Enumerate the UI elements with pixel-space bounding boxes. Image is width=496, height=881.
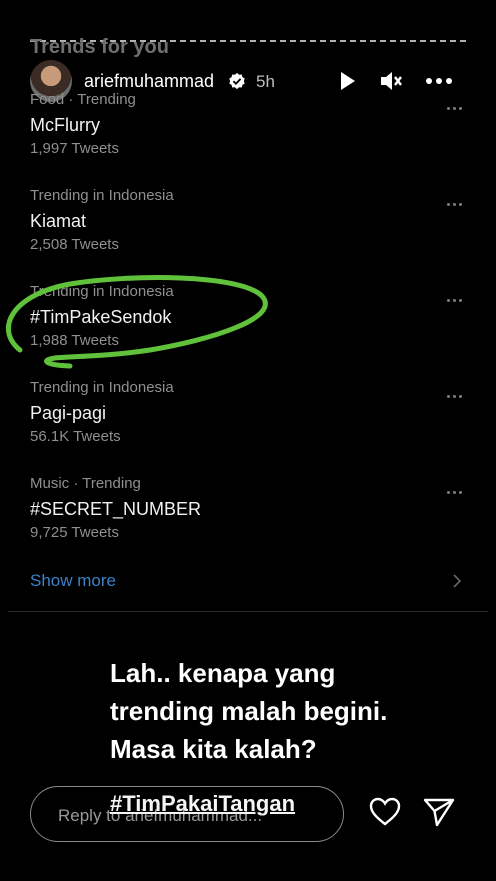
chevron-right-icon[interactable]: [452, 574, 462, 588]
mute-icon[interactable]: [378, 68, 404, 94]
trend-count: 56.1K Tweets: [30, 428, 121, 445]
post-time: 5h: [256, 72, 275, 91]
story-caption: Lah.. kenapa yang trending malah begini.…: [110, 654, 387, 768]
trend-count: 1,997 Tweets: [30, 140, 119, 157]
play-icon[interactable]: [334, 68, 360, 94]
caption-line: Lah.. kenapa yang: [110, 658, 336, 688]
caption-line: trending malah begini.: [110, 696, 388, 726]
send-icon[interactable]: [422, 796, 456, 828]
more-options-icon[interactable]: [447, 97, 467, 110]
verified-badge-icon: [229, 72, 245, 90]
trend-meta: Trending in Indonesia: [30, 187, 174, 204]
trend-meta: Music · Trending: [30, 475, 141, 492]
more-options-icon[interactable]: [447, 385, 467, 398]
trend-name[interactable]: #TimPakeSendok: [30, 307, 171, 328]
trend-name[interactable]: Kiamat: [30, 211, 86, 232]
heart-icon[interactable]: [368, 796, 402, 828]
more-options-icon[interactable]: [447, 481, 467, 494]
trends-header: Trends for you: [30, 36, 169, 58]
username[interactable]: ariefmuhammad: [84, 71, 214, 92]
trend-count: 9,725 Tweets: [30, 524, 119, 541]
trend-count: 2,508 Tweets: [30, 236, 119, 253]
more-icon[interactable]: [424, 68, 454, 94]
trend-name[interactable]: Pagi-pagi: [30, 403, 106, 424]
trend-meta: Trending in Indonesia: [30, 379, 174, 396]
trend-meta: Food · Trending: [30, 91, 136, 108]
more-options-icon[interactable]: [447, 289, 467, 302]
trend-name[interactable]: McFlurry: [30, 115, 100, 136]
divider: [8, 611, 488, 612]
caption-hashtag: #TimPakaiTangan: [110, 791, 296, 816]
caption-line: Masa kita kalah?: [110, 734, 317, 764]
trend-name[interactable]: #SECRET_NUMBER: [30, 499, 201, 520]
show-more-link[interactable]: Show more: [30, 571, 116, 591]
trend-count: 1,988 Tweets: [30, 332, 119, 349]
trend-meta: Trending in Indonesia: [30, 283, 174, 300]
more-options-icon[interactable]: [447, 193, 467, 206]
